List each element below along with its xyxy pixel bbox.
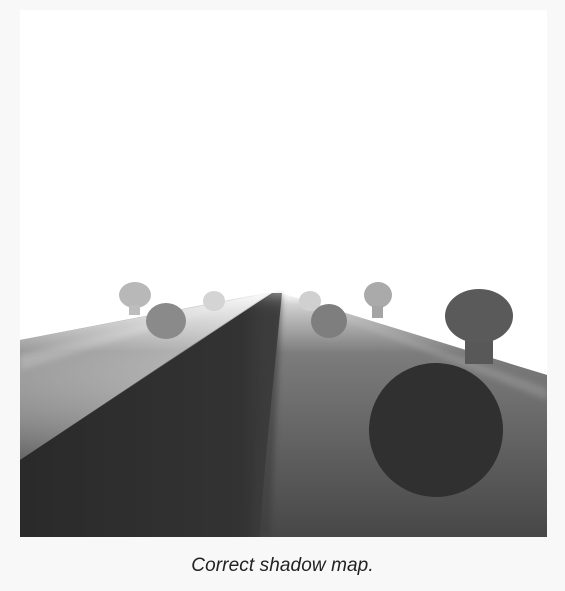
depth-render-graphic xyxy=(20,10,547,537)
figure-caption: Correct shadow map. xyxy=(191,555,374,576)
shadow-map-image xyxy=(20,10,547,537)
figure: Correct shadow map. xyxy=(0,0,565,591)
